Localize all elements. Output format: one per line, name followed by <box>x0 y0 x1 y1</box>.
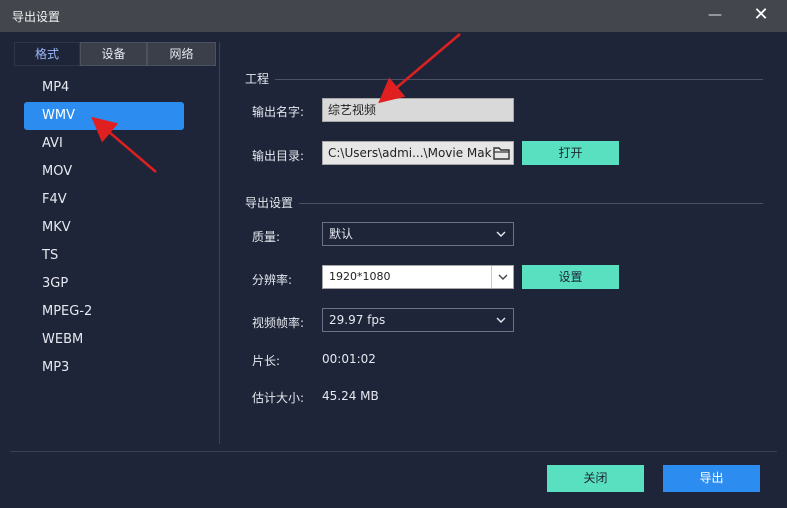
minimize-icon[interactable]: — <box>706 4 724 26</box>
title-bar: 导出设置 — ✕ <box>0 0 787 32</box>
close-icon[interactable]: ✕ <box>750 4 772 26</box>
format-item-3gp[interactable]: 3GP <box>24 270 184 298</box>
tab-network[interactable]: 网络 <box>147 42 216 66</box>
close-button[interactable]: 关闭 <box>547 465 644 492</box>
window-title: 导出设置 <box>12 10 61 24</box>
format-item-mp3[interactable]: MP3 <box>24 354 184 382</box>
duration-label: 片长: <box>252 354 281 368</box>
format-item-mp4[interactable]: MP4 <box>24 74 184 102</box>
chevron-down-icon <box>496 317 506 323</box>
arrow-to-name-field <box>378 33 461 104</box>
size-value: 45.24 MB <box>322 389 379 403</box>
resolution-dropdown-button[interactable] <box>491 266 513 288</box>
framerate-value: 29.97 fps <box>329 313 386 327</box>
format-item-avi[interactable]: AVI <box>24 130 184 158</box>
chevron-down-icon <box>496 231 506 237</box>
resolution-combo[interactable]: 1920*1080 <box>322 265 514 289</box>
format-item-ts[interactable]: TS <box>24 242 184 270</box>
quality-select[interactable]: 默认 <box>322 222 514 246</box>
tab-bar: 格式 设备 网络 <box>14 42 216 66</box>
size-label: 估计大小: <box>252 391 305 405</box>
framerate-select[interactable]: 29.97 fps <box>322 308 514 332</box>
format-item-mkv[interactable]: MKV <box>24 214 184 242</box>
format-item-mov[interactable]: MOV <box>24 158 184 186</box>
tab-format[interactable]: 格式 <box>14 42 80 66</box>
footer-divider <box>10 451 777 452</box>
output-dir-field[interactable]: C:\Users\admi...\Movie Mak <box>322 141 514 165</box>
project-group-divider <box>275 79 763 80</box>
quality-label: 质量: <box>252 230 281 244</box>
format-list: MP4 WMV AVI MOV F4V MKV TS 3GP MPEG-2 WE… <box>24 74 184 382</box>
resolution-value: 1920*1080 <box>329 270 391 283</box>
format-item-mpeg2[interactable]: MPEG-2 <box>24 298 184 326</box>
output-name-label: 输出名字: <box>252 105 305 119</box>
framerate-label: 视频帧率: <box>252 316 305 330</box>
output-dir-label: 输出目录: <box>252 149 305 163</box>
format-item-f4v[interactable]: F4V <box>24 186 184 214</box>
format-item-wmv[interactable]: WMV <box>24 102 184 130</box>
project-group-label: 工程 <box>245 72 270 86</box>
quality-value: 默认 <box>329 227 354 241</box>
export-group-label: 导出设置 <box>245 196 294 210</box>
tab-device[interactable]: 设备 <box>80 42 147 66</box>
resolution-label: 分辨率: <box>252 273 293 287</box>
open-folder-button[interactable]: 打开 <box>522 141 619 165</box>
export-button[interactable]: 导出 <box>663 465 760 492</box>
format-item-webm[interactable]: WEBM <box>24 326 184 354</box>
chevron-down-icon <box>498 274 508 280</box>
panel-divider <box>219 42 220 444</box>
resolution-settings-button[interactable]: 设置 <box>522 265 619 289</box>
export-group-divider <box>299 203 763 204</box>
format-panel: 格式 设备 网络 MP4 WMV AVI MOV F4V MKV TS 3GP … <box>14 42 216 444</box>
output-name-input[interactable]: 综艺视频 <box>322 98 514 122</box>
folder-icon[interactable] <box>492 144 512 162</box>
duration-value: 00:01:02 <box>322 352 376 366</box>
